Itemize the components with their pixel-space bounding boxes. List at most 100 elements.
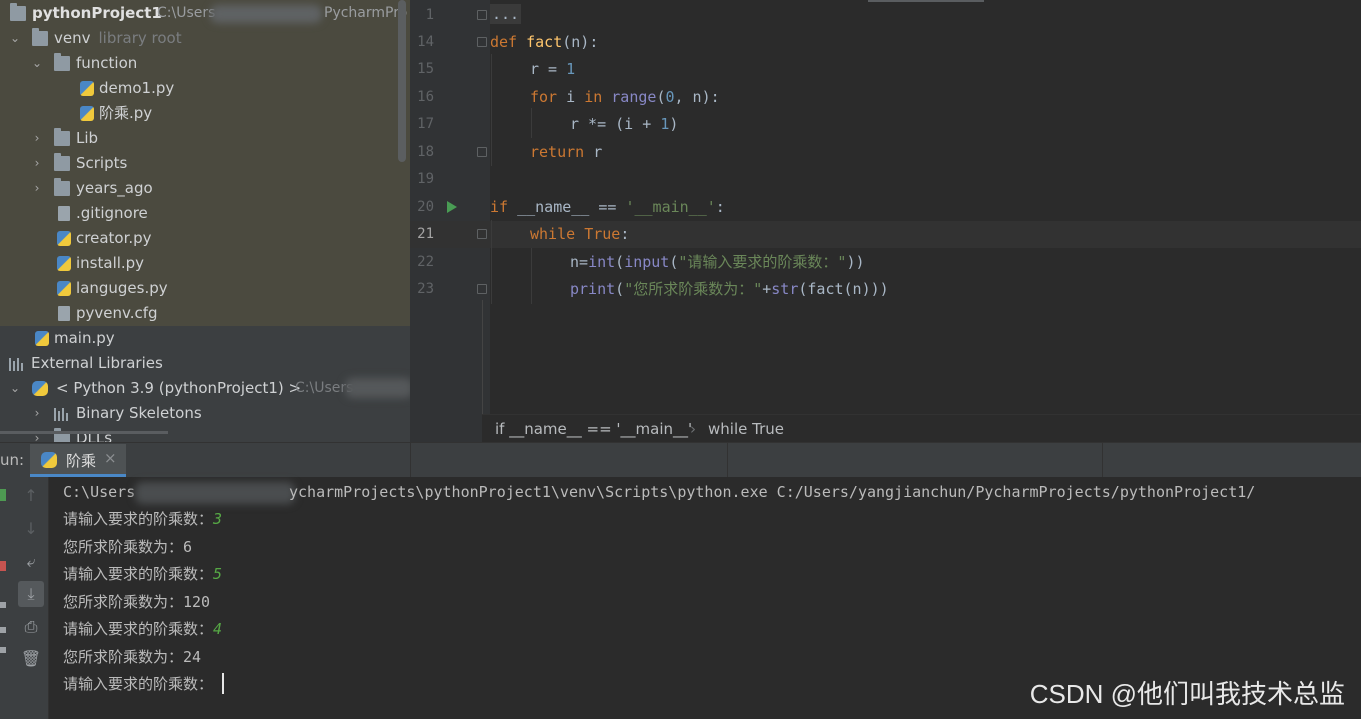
file-label: languges.py	[76, 279, 168, 297]
code-line-18[interactable]: return r	[530, 139, 602, 166]
line-number: 22	[417, 254, 434, 270]
tree-item-root[interactable]: pythonProject1 C:\Users PycharmPro	[0, 1, 410, 26]
tree-item-creator[interactable]: creator.py	[0, 226, 410, 251]
console-line: 请输入要求的阶乘数：5	[63, 565, 223, 583]
chevron-right-icon: ›	[690, 420, 696, 438]
code-line-23[interactable]: print("您所求阶乘数为："+str(fact(n)))	[570, 276, 889, 303]
tree-item-dlls[interactable]: › DLLs	[0, 426, 410, 442]
chevron-right-icon[interactable]: ›	[30, 401, 44, 426]
arrow-up-icon[interactable]: ↑	[18, 483, 44, 509]
root-path-end: PycharmPro	[324, 5, 408, 21]
function-label: function	[76, 54, 138, 72]
folder-label: Lib	[76, 129, 99, 147]
chevron-down-icon[interactable]: ⌄	[8, 26, 22, 51]
trash-icon[interactable]: 🗑	[18, 646, 44, 672]
code-line-15[interactable]: r = 1	[530, 56, 575, 83]
tree-item-binary-skeletons[interactable]: › Binary Skeletons	[0, 401, 410, 426]
tree-item-venv[interactable]: ⌄ venv library root	[0, 26, 410, 51]
line-number: 15	[417, 61, 434, 77]
fold-marker-icon[interactable]	[477, 10, 487, 20]
root-label: pythonProject1	[32, 4, 162, 22]
run-gutter-icon[interactable]	[447, 201, 457, 213]
code-line-16[interactable]: for i in range(0, n):	[530, 84, 720, 111]
fold-marker-icon[interactable]	[477, 37, 487, 47]
chevron-down-icon[interactable]: ⌄	[8, 376, 22, 401]
tree-item-languges[interactable]: languges.py	[0, 276, 410, 301]
horizontal-scrollbar[interactable]	[0, 431, 168, 434]
indent-guide	[531, 108, 532, 138]
chevron-right-icon[interactable]: ›	[30, 426, 44, 442]
console-input-line[interactable]: 请输入要求的阶乘数：	[63, 671, 213, 698]
arrow-down-icon[interactable]: ↓	[18, 516, 44, 542]
folder-icon	[54, 128, 70, 146]
line-number: 23	[417, 281, 434, 297]
tree-item-demo1[interactable]: demo1.py	[0, 76, 410, 101]
run-tool-window-header: un:	[0, 442, 1361, 477]
tree-item-pyvenv[interactable]: pyvenv.cfg	[0, 301, 410, 326]
tree-item-python-sdk[interactable]: ⌄ < Python 3.9 (pythonProject1) > C:\Use…	[0, 376, 410, 401]
run-label: un:	[0, 451, 25, 469]
tree-item-jiecheng[interactable]: 阶乘.py	[0, 101, 410, 126]
editor-margin-line	[482, 300, 483, 414]
fold-marker-icon[interactable]	[477, 284, 487, 294]
debug-icon[interactable]	[0, 517, 6, 527]
python-file-icon	[57, 256, 71, 271]
tree-item-lib[interactable]: › Lib	[0, 126, 410, 151]
indent-guide	[491, 54, 492, 166]
root-path-start: C:\Users	[157, 5, 216, 21]
line-number: 14	[417, 34, 434, 50]
console-command-line: C:\Users ycharmProjects\pythonProject1\ve…	[63, 479, 1255, 506]
chevron-right-icon[interactable]: ›	[30, 176, 44, 201]
tree-item-scripts[interactable]: › Scripts	[0, 151, 410, 176]
run-tab-jiecheng[interactable]: 阶乘 ×	[30, 444, 126, 477]
folder-icon	[54, 178, 70, 196]
venv-label: venv library root	[54, 29, 182, 47]
redacted-blur	[345, 378, 410, 398]
chevron-down-icon[interactable]: ⌄	[30, 51, 44, 76]
tree-item-main[interactable]: main.py	[0, 326, 410, 351]
code-line-17[interactable]: r *= (i + 1)	[570, 111, 678, 138]
scroll-to-end-icon[interactable]: ⤓	[18, 581, 44, 607]
folder-icon	[54, 53, 70, 71]
close-icon[interactable]: ×	[104, 449, 117, 467]
code-line-21[interactable]: while True:	[530, 221, 629, 248]
soft-wrap-icon[interactable]: ⤶	[18, 549, 44, 575]
layout-icon[interactable]	[0, 627, 6, 633]
console-line: 请输入要求的阶乘数：4	[63, 620, 223, 638]
tree-item-years-ago[interactable]: › years_ago	[0, 176, 410, 201]
settings-icon[interactable]	[0, 602, 6, 608]
tree-item-install[interactable]: install.py	[0, 251, 410, 276]
breadcrumb-item[interactable]: while True	[708, 420, 784, 438]
folder-label: years_ago	[76, 179, 153, 197]
folder-icon	[54, 153, 70, 171]
library-icon	[9, 356, 25, 371]
line-number: 21	[417, 226, 434, 242]
tree-scrollbar[interactable]	[398, 0, 406, 162]
code-line-14[interactable]: def fact(n):	[490, 29, 598, 56]
rerun-icon[interactable]	[0, 489, 6, 501]
divider	[727, 443, 728, 477]
folder-icon	[32, 28, 48, 46]
chevron-right-icon[interactable]: ›	[30, 126, 44, 151]
chevron-right-icon[interactable]: ›	[30, 151, 44, 176]
tree-item-external-libraries[interactable]: External Libraries	[0, 351, 410, 376]
file-icon	[58, 206, 70, 221]
tree-item-gitignore[interactable]: .gitignore	[0, 201, 410, 226]
line-number: 17	[417, 116, 434, 132]
fold-marker-icon[interactable]	[477, 229, 487, 239]
library-icon	[54, 406, 70, 421]
line-number: 20	[417, 199, 434, 215]
code-line-22[interactable]: n=int(input("请输入要求的阶乘数："))	[570, 249, 865, 276]
code-line-20[interactable]: if __name__ == '__main__':	[490, 194, 725, 221]
pin-icon[interactable]	[0, 647, 6, 653]
indent-guide	[531, 248, 532, 304]
indent-guide	[491, 220, 492, 304]
dlls-label: DLLs	[76, 429, 113, 442]
print-icon[interactable]: ⎙	[18, 614, 44, 640]
breadcrumb: if __name__ == '__main__' › while True	[482, 414, 1361, 442]
stop-icon[interactable]	[0, 561, 6, 571]
tree-item-function[interactable]: ⌄ function	[0, 51, 410, 76]
fold-marker-icon[interactable]	[477, 147, 487, 157]
breadcrumb-item[interactable]: if __name__ == '__main__'	[495, 420, 692, 438]
folded-code-region[interactable]: ...	[490, 4, 522, 24]
